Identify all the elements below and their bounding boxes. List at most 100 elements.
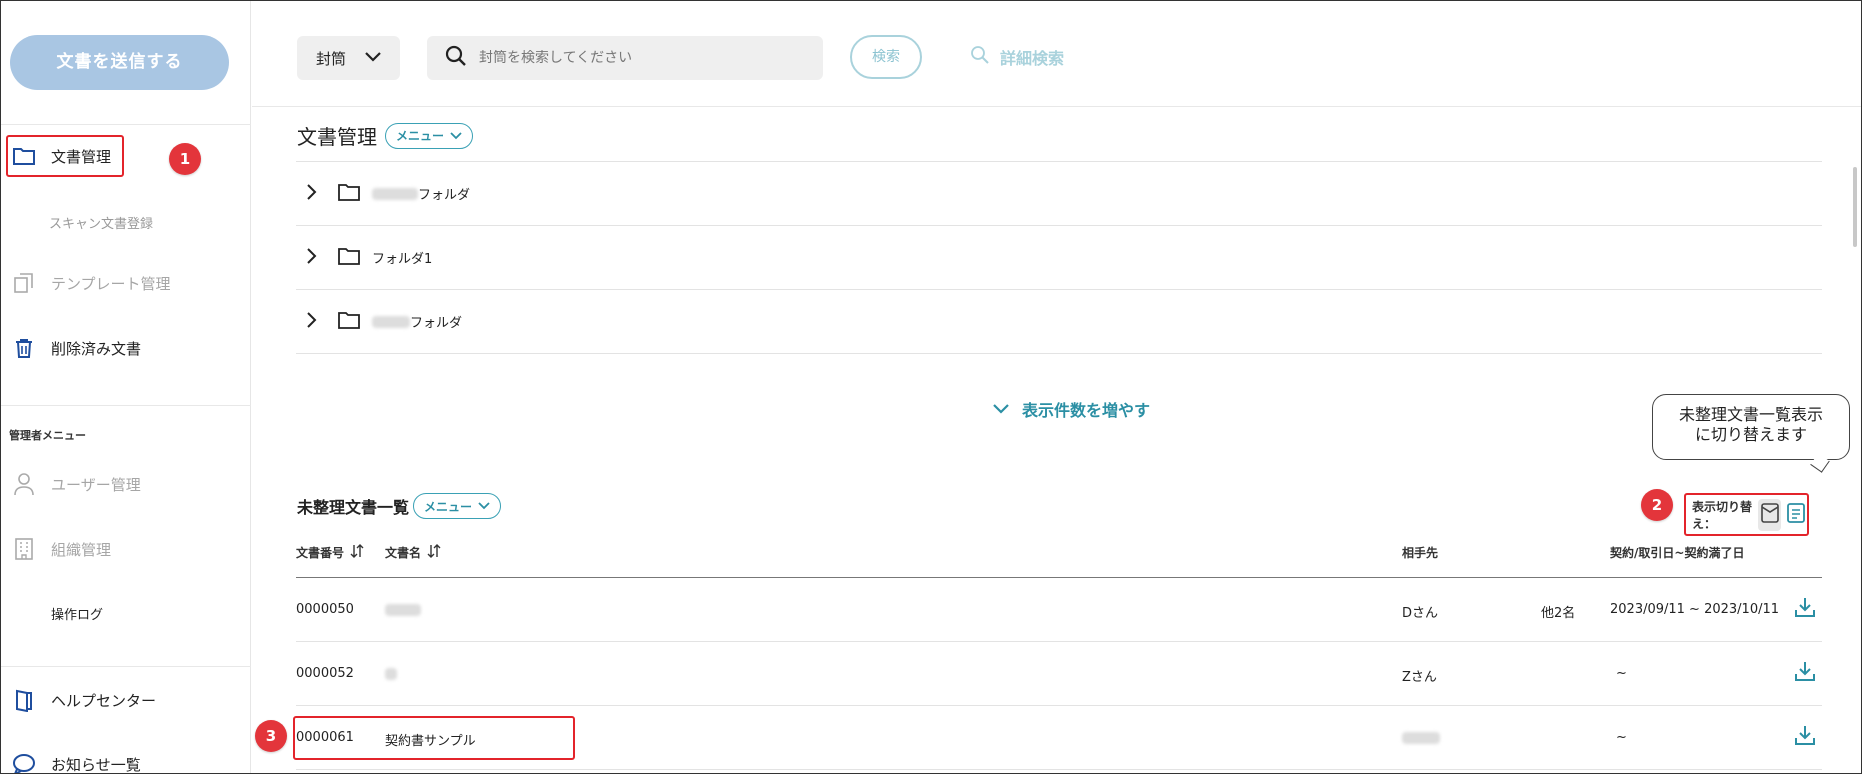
chevron-down-icon (450, 129, 462, 143)
envelope-type-dropdown[interactable]: 封筒 (297, 36, 400, 80)
search-icon (445, 45, 467, 71)
search-box (427, 36, 823, 80)
scrollbar[interactable] (1853, 167, 1857, 247)
sidebar-item-label: テンプレート管理 (51, 274, 171, 293)
sidebar-item-label: ヘルプセンター (51, 691, 157, 710)
sidebar-item-label: お知らせ一覧 (51, 755, 141, 774)
column-header-dates: 契約/取引日~契約満了日 (1610, 546, 1745, 560)
redacted-text (385, 668, 397, 680)
chat-icon (11, 751, 37, 773)
column-label: 文書番号 (296, 546, 345, 560)
section-title: 未整理文書一覧 (297, 498, 410, 517)
counterpart: Dさん (1402, 606, 1439, 621)
envelope-dropdown-label: 封筒 (316, 49, 347, 68)
show-more-button[interactable]: 表示件数を増やす (992, 397, 1150, 421)
app-window: 文書を送信する 文書管理 スキャン文書登録 テンプレート管理 削除済み文書 管理… (0, 0, 1862, 774)
sidebar-item-notifications[interactable]: お知らせ一覧 (11, 749, 141, 774)
redacted-text (372, 315, 410, 328)
sidebar-divider (1, 405, 251, 406)
sidebar-item-scan-register[interactable]: スキャン文書登録 (49, 213, 153, 232)
column-header-doc-name[interactable]: 文書名 (385, 544, 441, 561)
admin-menu-heading: 管理者メニュー (9, 429, 86, 442)
callout-badge-2: 2 (1641, 489, 1673, 521)
top-bar: 封筒 検索 詳細検索 (252, 1, 1861, 107)
table-row[interactable]: 0000052 Zさん ~ (296, 642, 1822, 706)
download-icon[interactable] (1794, 596, 1816, 622)
chevron-down-icon (992, 400, 1010, 419)
callout-badge-1: 1 (169, 143, 201, 175)
search-button[interactable]: 検索 (850, 35, 922, 79)
user-icon (11, 471, 37, 497)
chevron-right-icon[interactable] (306, 311, 318, 333)
counterpart: Zさん (1402, 670, 1437, 685)
folder-icon (338, 183, 360, 205)
advanced-search-label: 詳細検索 (1000, 49, 1065, 68)
sidebar-item-label: ユーザー管理 (51, 475, 141, 494)
folder-name: フォルダ (410, 316, 463, 331)
chevron-down-icon (364, 49, 382, 67)
tooltip-line: に切り替えます (1694, 425, 1807, 444)
show-more-label: 表示件数を増やす (1022, 401, 1151, 420)
chevron-down-icon (478, 499, 490, 513)
menu-label: メニュー (396, 129, 445, 143)
sidebar: 文書を送信する 文書管理 スキャン文書登録 テンプレート管理 削除済み文書 管理… (1, 1, 251, 774)
search-icon (970, 45, 990, 69)
folder-name: フォルダ (418, 188, 471, 203)
folder-icon (338, 311, 360, 333)
folder-row[interactable]: フォルダ (296, 162, 1822, 226)
contract-dates: ~ (1616, 730, 1627, 745)
sidebar-item-deleted-documents[interactable]: 削除済み文書 (11, 333, 141, 363)
sidebar-divider (1, 124, 251, 125)
redacted-text (385, 604, 421, 616)
sidebar-divider (1, 666, 251, 667)
tooltip-line: 未整理文書一覧表示 (1678, 405, 1823, 424)
template-icon (11, 270, 37, 296)
counterpart-others: 他2名 (1541, 606, 1576, 621)
view-toggle-label: 表示切り替え： (1692, 499, 1753, 531)
sidebar-item-label: 組織管理 (51, 540, 112, 559)
download-icon[interactable] (1794, 660, 1816, 686)
building-icon (11, 536, 37, 562)
sidebar-item-operation-log[interactable]: 操作ログ (51, 598, 103, 628)
chevron-right-icon[interactable] (306, 183, 318, 205)
book-icon (11, 687, 37, 713)
unsorted-menu-button[interactable]: メニュー (413, 493, 502, 519)
envelope-icon (1760, 502, 1780, 527)
sidebar-item-organization-management[interactable]: 組織管理 (11, 534, 111, 564)
sidebar-item-help-center[interactable]: ヘルプセンター (11, 685, 156, 715)
menu-label: メニュー (424, 499, 473, 514)
sort-icon[interactable] (427, 544, 441, 561)
send-document-button[interactable]: 文書を送信する (10, 35, 229, 90)
search-input[interactable] (479, 50, 809, 66)
view-toggle: 表示切り替え： (1684, 493, 1809, 536)
contract-dates: 2023/09/11 ~ 2023/10/11 (1610, 602, 1780, 617)
trash-icon (11, 335, 37, 361)
callout-badge-3: 3 (255, 720, 287, 752)
folder-row[interactable]: フォルダ (296, 290, 1822, 354)
sidebar-item-user-management[interactable]: ユーザー管理 (11, 469, 141, 499)
envelope-view-toggle[interactable] (1758, 498, 1781, 531)
download-icon[interactable] (1794, 724, 1816, 750)
main-content: 文書管理 メニュー フォルダ フォルダ1 フォルダ 表示件数を増やす 未整理文書… (252, 107, 1861, 773)
column-label: 文書名 (385, 546, 422, 560)
document-list-view-toggle[interactable] (1785, 499, 1807, 531)
doc-number: 0000050 (296, 602, 354, 617)
advanced-search-link[interactable]: 詳細検索 (970, 45, 1064, 69)
sidebar-item-template-management[interactable]: テンプレート管理 (11, 268, 171, 298)
document-list-icon (1786, 502, 1806, 527)
sidebar-item-label: 削除済み文書 (51, 339, 142, 358)
column-header-counterpart: 相手先 (1402, 546, 1439, 560)
folder-row[interactable]: フォルダ1 (296, 226, 1822, 290)
unsorted-documents-header: 未整理文書一覧 メニュー (297, 493, 502, 519)
document-management-header: 文書管理 メニュー (297, 121, 474, 150)
sort-icon[interactable] (350, 544, 364, 561)
document-menu-button[interactable]: メニュー (385, 122, 474, 149)
highlight-box (293, 716, 575, 760)
sidebar-item-label: 操作ログ (51, 607, 104, 623)
folder-name: フォルダ1 (372, 252, 433, 267)
chevron-right-icon[interactable] (306, 247, 318, 269)
toggle-tooltip: 未整理文書一覧表示 に切り替えます (1652, 394, 1850, 460)
doc-number: 0000052 (296, 666, 354, 681)
table-row[interactable]: 0000050 Dさん 他2名 2023/09/11 ~ 2023/10/11 (296, 578, 1822, 642)
column-header-doc-number[interactable]: 文書番号 (296, 544, 364, 561)
